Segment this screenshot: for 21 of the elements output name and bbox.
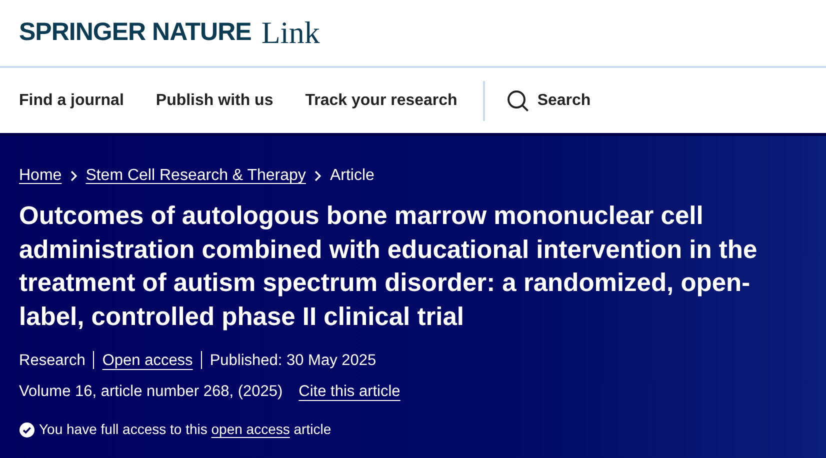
chevron-icon bbox=[70, 170, 78, 182]
search-button[interactable]: Search bbox=[507, 88, 591, 112]
brand-logo[interactable]: SPRINGER NATURE bbox=[19, 14, 252, 52]
meta-text: Published: 30 May 2025 bbox=[210, 350, 376, 371]
access-message: You have full access to this open access article bbox=[39, 420, 332, 440]
article-title: Outcomes of autologous bone marrow mononuclear cell administration combined with educational intervention in the treatment of autism spectrum disorder: a randomized, open-label, controlled phase II clinical trial bbox=[19, 201, 758, 333]
nav-link[interactable]: Find a journal bbox=[19, 88, 124, 112]
breadcrumb-link[interactable]: Stem Cell Research & Therapy bbox=[86, 164, 306, 188]
citation-text: Volume 16, article number 268, (2025) bbox=[19, 382, 283, 402]
open-access-link[interactable]: open access bbox=[211, 421, 290, 438]
chevron-icon bbox=[314, 170, 322, 182]
open-access-link[interactable]: Open access bbox=[102, 348, 193, 372]
breadcrumb-current: Article bbox=[330, 166, 374, 186]
nav-link[interactable]: Track your research bbox=[305, 88, 458, 112]
check-icon bbox=[19, 422, 35, 438]
meta-text: Research bbox=[19, 350, 86, 371]
search-icon bbox=[507, 90, 530, 112]
product-name[interactable]: Link bbox=[261, 10, 320, 56]
cite-link[interactable]: Cite this article bbox=[298, 380, 400, 404]
breadcrumb-link[interactable]: Home bbox=[19, 164, 62, 188]
nav-link[interactable]: Publish with us bbox=[156, 88, 274, 112]
